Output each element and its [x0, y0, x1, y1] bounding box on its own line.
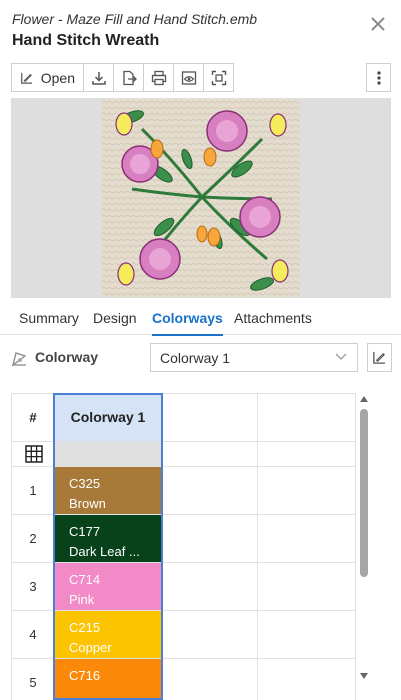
toolbar: Open [0, 62, 401, 94]
color-swatch[interactable]: C714 Pink [55, 563, 161, 610]
scrollbar-thumb[interactable] [360, 409, 368, 577]
more-vertical-icon [376, 70, 381, 85]
edit-colorway-button[interactable] [367, 343, 392, 372]
file-name: Flower - Maze Fill and Hand Stitch.emb [12, 11, 258, 27]
color-swatch[interactable]: C325 Brown [55, 467, 161, 514]
open-button-label: Open [40, 69, 75, 86]
tab-summary[interactable]: Summary [19, 310, 79, 334]
colorway-selector-row: Colorway Colorway 1 [0, 342, 401, 374]
color-code: C177 [69, 524, 101, 539]
colorway-label: Colorway [35, 349, 99, 365]
edit-icon [21, 72, 33, 84]
colorway-column-header[interactable]: Colorway 1 [54, 393, 162, 441]
preview-icon [181, 70, 196, 85]
edit-icon [373, 351, 386, 364]
tab-colorways[interactable]: Colorways [152, 310, 223, 336]
grid-tool-cell [55, 442, 161, 466]
panel-header: Flower - Maze Fill and Hand Stitch.emb H… [0, 0, 401, 60]
export-icon [122, 70, 137, 85]
download-icon [91, 71, 106, 85]
row-number: 5 [29, 675, 37, 690]
table-row[interactable]: 2 C177 Dark Leaf ... [11, 514, 356, 562]
print-button[interactable] [143, 63, 174, 92]
color-code: C716 [69, 668, 101, 683]
color-swatch[interactable]: C215 Copper [55, 611, 161, 658]
preview-button[interactable] [173, 63, 204, 92]
row-number: 2 [29, 531, 37, 546]
export-button[interactable] [113, 63, 144, 92]
open-button[interactable]: Open [11, 63, 84, 92]
colorway-icon [11, 352, 27, 367]
color-name: Pink [69, 592, 95, 607]
color-name: Copper [69, 640, 112, 655]
table-row[interactable]: 3 C714 Pink [11, 562, 356, 610]
page-title: Hand Stitch Wreath [12, 32, 160, 49]
color-name: Dark Leaf ... [69, 544, 140, 559]
color-name: Brown [69, 496, 106, 511]
table-row[interactable]: 5 C716 [11, 658, 356, 700]
color-code: C325 [69, 476, 101, 491]
grid-icon[interactable] [25, 445, 43, 463]
colorway-grid: # Colorway 1 1 C325 Brown 2 C177 Dark Le… [11, 393, 356, 700]
toolbar-group: Open [11, 63, 234, 92]
row-number: 3 [29, 579, 37, 594]
grid-tool-row [11, 441, 356, 466]
close-icon [371, 17, 385, 31]
color-swatch[interactable]: C177 Dark Leaf ... [55, 515, 161, 562]
row-number-header: # [29, 409, 37, 425]
tab-attachments[interactable]: Attachments [234, 310, 312, 334]
row-number: 1 [29, 483, 37, 498]
design-preview [11, 98, 391, 298]
grid-top-border [11, 393, 356, 394]
color-code: C215 [69, 620, 101, 635]
chevron-down-icon [335, 353, 347, 360]
design-thumbnail [102, 99, 300, 297]
more-options-button[interactable] [366, 63, 391, 92]
tab-bar: Summary Design Colorways Attachments [0, 305, 401, 336]
scroll-down-icon[interactable] [359, 672, 369, 680]
colorway-dropdown[interactable]: Colorway 1 [150, 343, 358, 372]
fit-icon [211, 70, 226, 85]
print-icon [151, 70, 166, 85]
table-row[interactable]: 4 C215 Copper [11, 610, 356, 658]
table-row[interactable]: 1 C325 Brown [11, 466, 356, 514]
close-button[interactable] [366, 12, 390, 36]
scroll-up-icon[interactable] [359, 395, 369, 403]
row-number: 4 [29, 627, 37, 642]
color-code: C714 [69, 572, 101, 587]
grid-scrollbar[interactable] [357, 393, 371, 686]
fit-button[interactable] [203, 63, 234, 92]
colorway-dropdown-value: Colorway 1 [160, 350, 231, 366]
download-button[interactable] [83, 63, 114, 92]
color-swatch[interactable]: C716 [55, 659, 161, 700]
tab-design[interactable]: Design [93, 310, 137, 334]
